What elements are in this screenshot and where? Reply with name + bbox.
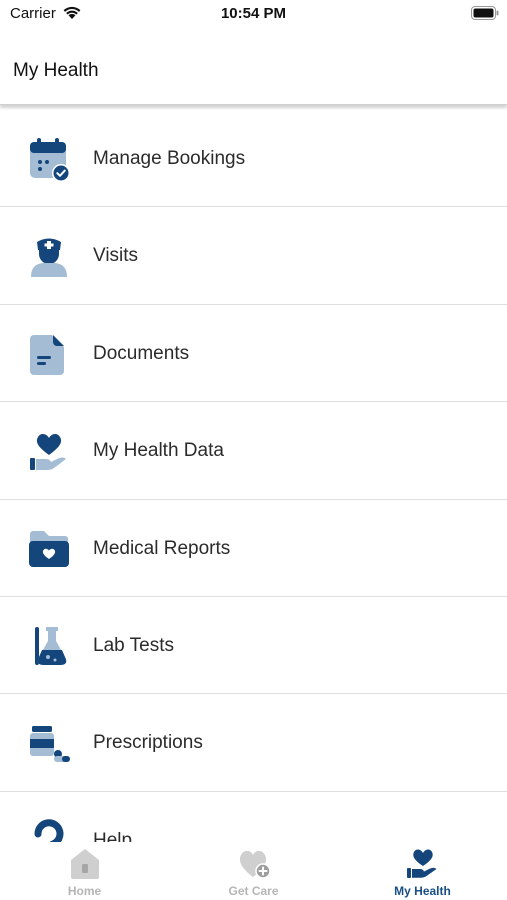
bottom-tab-bar: Home Get Care My Health [0, 842, 507, 900]
menu-item-help[interactable]: Help [0, 791, 507, 842]
menu-item-manage-bookings[interactable]: Manage Bookings [0, 110, 507, 208]
status-bar: Carrier 10:54 PM [0, 0, 507, 28]
menu-item-visits[interactable]: Visits [0, 207, 507, 305]
tab-label: Home [67, 884, 102, 898]
heart-hand-icon [407, 849, 437, 878]
heart-plus-icon [239, 850, 271, 879]
battery-icon [471, 6, 499, 20]
home-icon [71, 849, 99, 879]
menu-item-label: Prescriptions [93, 732, 203, 754]
folder-heart-icon [29, 530, 69, 567]
menu-item-label: Help [93, 829, 133, 842]
tab-get-care[interactable]: Get Care [169, 842, 338, 900]
menu-item-label: Documents [93, 342, 190, 364]
tab-home[interactable]: Home [0, 842, 169, 900]
menu-item-medical-reports[interactable]: Medical Reports [0, 499, 507, 597]
menu-item-my-health-data[interactable]: My Health Data [0, 402, 507, 500]
menu-item-documents[interactable]: Documents [0, 304, 507, 403]
tab-label: My Health [394, 884, 451, 898]
flask-icon [35, 626, 67, 665]
menu-item-label: Manage Bookings [93, 148, 246, 169]
heart-hand-icon [30, 434, 66, 471]
document-icon [30, 334, 64, 375]
help-icon [34, 819, 64, 842]
tab-my-health[interactable]: My Health [338, 842, 507, 900]
page-title: My Health [13, 60, 99, 81]
health-menu-list: Manage Bookings Visits Documents My Heal… [0, 110, 507, 842]
menu-item-lab-tests[interactable]: Lab Tests [0, 596, 507, 695]
menu-item-label: Visits [93, 245, 139, 267]
menu-item-label: Lab Tests [93, 634, 174, 656]
doctor-icon [31, 238, 67, 278]
tab-label: Get Care [228, 884, 279, 898]
navigation-header: My Health [0, 38, 507, 105]
calendar-check-icon [30, 138, 70, 182]
menu-item-prescriptions[interactable]: Prescriptions [0, 694, 507, 792]
menu-item-label: Medical Reports [93, 537, 231, 559]
menu-item-label: My Health Data [93, 440, 224, 462]
pills-icon [30, 726, 70, 763]
status-time: 10:54 PM [220, 5, 287, 22]
